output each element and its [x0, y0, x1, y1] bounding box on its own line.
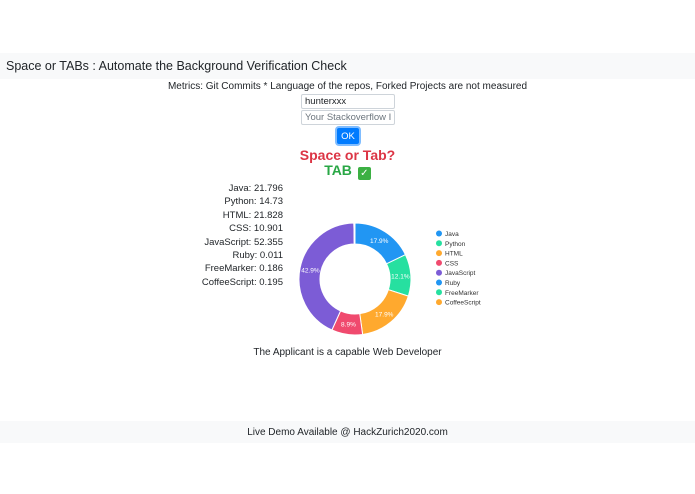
donut-slice-coffeescript: [353, 222, 356, 245]
donut-slice-label: 17.9%: [375, 311, 394, 318]
legend-label[interactable]: Java: [445, 231, 459, 238]
donut-slice-label: 12.1%: [391, 273, 410, 280]
legend-marker: [436, 240, 442, 247]
result-question: Space or Tab?: [299, 147, 396, 163]
language-stat-row: JavaScript: 52.355: [204, 236, 283, 248]
footer: Live Demo Available @ HackZurich2020.com: [0, 421, 695, 443]
stackoverflow-id-input[interactable]: [301, 110, 395, 125]
result-answer: TAB: [324, 162, 352, 178]
donut-slice-label: 17.9%: [370, 238, 389, 245]
donut-slice-label: 8.9%: [341, 322, 356, 329]
language-stat-row: Ruby: 0.011: [232, 250, 283, 262]
donut-slice-label: 42.9%: [301, 267, 320, 274]
legend-label[interactable]: FreeMarker: [445, 290, 479, 297]
verdict-text: The Applicant is a capable Web Developer: [253, 347, 442, 358]
language-donut-chart: 17.9% 12.1% 17.9% 8.9% 42.9% Java Python HTML CS…: [298, 222, 481, 336]
legend-marker: [436, 289, 442, 296]
language-stat-row: FreeMarker: 0.186: [204, 263, 283, 275]
result-answer-line: TAB ✓: [0, 162, 695, 180]
legend-marker: [436, 279, 442, 286]
legend-label[interactable]: Ruby: [445, 280, 461, 287]
language-stat-row: Java: 21.796: [228, 183, 283, 194]
language-stat-row: CoffeeScript: 0.195: [201, 276, 283, 288]
legend-marker: [436, 230, 442, 237]
check-mark-icon: ✓: [357, 167, 371, 180]
ok-button[interactable]: OK: [335, 126, 361, 146]
legend-label[interactable]: HTML: [445, 251, 463, 258]
navbar-title: Space or TABs : Automate the Background …: [6, 59, 347, 73]
legend-marker: [436, 250, 442, 257]
metrics-note: Metrics: Git Commits * Language of the r…: [167, 81, 528, 92]
github-username-input[interactable]: [301, 94, 395, 109]
language-stat-row: HTML: 21.828: [222, 209, 283, 221]
legend-label[interactable]: CoffeeScript: [445, 300, 481, 307]
legend-label[interactable]: CSS: [445, 260, 459, 267]
language-stat-row: CSS: 10.901: [229, 223, 283, 235]
language-stat-row: Python: 14.73: [224, 196, 283, 208]
legend-label[interactable]: JavaScript: [445, 270, 476, 277]
legend-label[interactable]: Python: [445, 241, 466, 248]
legend-marker: [436, 299, 442, 306]
navbar: Space or TABs : Automate the Background …: [0, 53, 695, 79]
legend-marker: [436, 259, 442, 266]
footer-text: Live Demo Available @ HackZurich2020.com: [247, 426, 448, 438]
language-stats-list: Java: 21.796 Python: 14.73 HTML: 21.828 CSS…: [160, 182, 283, 289]
legend-marker: [436, 269, 442, 276]
